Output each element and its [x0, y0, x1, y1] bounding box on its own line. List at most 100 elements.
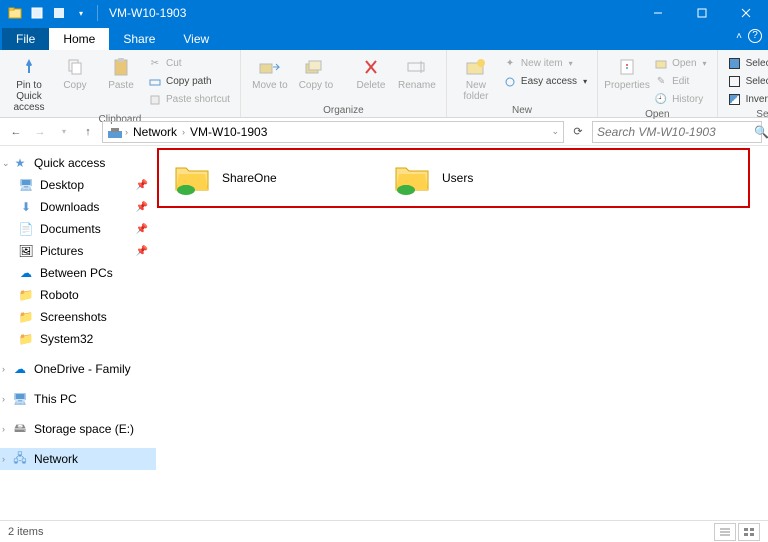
- search-box[interactable]: 🔍: [592, 121, 762, 143]
- back-button[interactable]: ←: [6, 122, 26, 142]
- crumb-host[interactable]: VM-W10-1903: [187, 125, 270, 139]
- qat-dropdown-icon[interactable]: ▾: [72, 4, 90, 22]
- pin-icon: 📌: [136, 180, 148, 191]
- tab-file[interactable]: File: [2, 28, 49, 50]
- ribbon-tabs: File Home Share View ˄ ?: [0, 26, 768, 50]
- nav-this-pc[interactable]: ›🖥This PC: [0, 388, 156, 410]
- pin-icon: [15, 55, 43, 79]
- chevron-right-icon[interactable]: ›: [2, 424, 5, 434]
- qat-properties-icon[interactable]: [28, 4, 46, 22]
- pin-quick-access-button[interactable]: Pin to Quick access: [8, 52, 50, 113]
- group-select: Select all Select none Invert selection …: [718, 50, 768, 117]
- maximize-button[interactable]: [680, 0, 724, 26]
- refresh-button[interactable]: ⟳: [568, 122, 588, 142]
- copy-button[interactable]: Copy: [54, 52, 96, 91]
- cut-icon: ✂: [148, 57, 162, 71]
- nav-onedrive[interactable]: ›☁OneDrive - Family: [0, 358, 156, 380]
- chevron-right-icon[interactable]: ›: [2, 394, 5, 404]
- cut-button[interactable]: ✂Cut: [146, 55, 232, 72]
- explorer-icon: [6, 4, 24, 22]
- address-box[interactable]: › Network › VM-W10-1903 ⌄: [102, 121, 564, 143]
- rename-icon: [403, 55, 431, 79]
- address-bar: ← → ▾ ↑ › Network › VM-W10-1903 ⌄ ⟳ 🔍: [0, 118, 768, 146]
- history-icon: 🕘: [654, 93, 668, 107]
- chevron-right-icon[interactable]: ›: [2, 454, 5, 464]
- paste-shortcut-icon: [148, 93, 162, 107]
- tab-view[interactable]: View: [169, 28, 223, 50]
- qat-newfolder-icon[interactable]: [50, 4, 68, 22]
- location-icon: [107, 125, 123, 139]
- new-folder-icon: [462, 55, 490, 79]
- open-button[interactable]: Open▾: [652, 55, 708, 72]
- shared-folder-icon: [172, 160, 212, 196]
- nav-documents[interactable]: 📄Documents📌: [0, 218, 156, 240]
- rename-button[interactable]: Rename: [396, 52, 438, 91]
- edit-button[interactable]: ✎Edit: [652, 73, 708, 90]
- downloads-icon: ⬇: [18, 199, 34, 215]
- pin-icon: 📌: [136, 202, 148, 213]
- nav-between-pcs[interactable]: ☁Between PCs: [0, 262, 156, 284]
- new-item-button[interactable]: ✦New item▾: [501, 55, 589, 72]
- qat-divider: [97, 5, 98, 21]
- paste-button[interactable]: Paste: [100, 52, 142, 91]
- recent-dropdown[interactable]: ▾: [54, 122, 74, 142]
- nav-desktop[interactable]: 🖥Desktop📌: [0, 174, 156, 196]
- nav-screenshots[interactable]: 📁Screenshots: [0, 306, 156, 328]
- paste-shortcut-button[interactable]: Paste shortcut: [146, 91, 232, 108]
- nav-quick-access[interactable]: ⌄★Quick access: [0, 152, 156, 174]
- up-button[interactable]: ↑: [78, 122, 98, 142]
- open-icon: [654, 57, 668, 71]
- copy-path-button[interactable]: Copy path: [146, 73, 232, 90]
- crumb-network[interactable]: Network: [130, 125, 180, 139]
- content-pane[interactable]: ShareOne Users: [156, 146, 768, 520]
- ribbon: Pin to Quick access Copy Paste ✂Cut Copy…: [0, 50, 768, 118]
- nav-storage[interactable]: ›🖴Storage space (E:): [0, 418, 156, 440]
- pin-icon: 📌: [136, 224, 148, 235]
- new-item-icon: ✦: [503, 57, 517, 71]
- chevron-right-icon[interactable]: ›: [182, 127, 185, 137]
- nav-pictures[interactable]: 🖼Pictures📌: [0, 240, 156, 262]
- nav-system32[interactable]: 📁System32: [0, 328, 156, 350]
- titlebar: ▾ VM-W10-1903: [0, 0, 768, 26]
- icons-view-button[interactable]: [738, 523, 760, 541]
- easy-access-button[interactable]: Easy access▾: [501, 73, 589, 90]
- address-dropdown-icon[interactable]: ⌄: [551, 126, 559, 137]
- move-to-icon: [256, 55, 284, 79]
- close-button[interactable]: [724, 0, 768, 26]
- minimize-button[interactable]: [636, 0, 680, 26]
- delete-button[interactable]: Delete: [350, 52, 392, 91]
- group-label-open: Open: [606, 108, 708, 120]
- ribbon-collapse-icon[interactable]: ˄: [736, 31, 742, 42]
- delete-icon: [357, 55, 385, 79]
- details-view-button[interactable]: [714, 523, 736, 541]
- nav-network[interactable]: ›🖧Network: [0, 448, 156, 470]
- search-input[interactable]: [597, 125, 754, 139]
- chevron-down-icon[interactable]: ⌄: [2, 158, 10, 169]
- shared-folder-icon: [392, 160, 432, 196]
- invert-selection-button[interactable]: Invert selection: [726, 91, 768, 108]
- new-folder-button[interactable]: New folder: [455, 52, 497, 102]
- tab-home[interactable]: Home: [49, 28, 109, 50]
- select-none-button[interactable]: Select none: [726, 73, 768, 90]
- chevron-right-icon[interactable]: ›: [125, 127, 128, 137]
- group-label-select: Select: [726, 108, 768, 120]
- move-to-button[interactable]: Move to: [249, 52, 291, 91]
- nav-roboto[interactable]: 📁Roboto: [0, 284, 156, 306]
- select-all-icon: [728, 57, 742, 71]
- select-all-button[interactable]: Select all: [726, 55, 768, 72]
- properties-button[interactable]: Properties: [606, 52, 648, 91]
- forward-button[interactable]: →: [30, 122, 50, 142]
- chevron-right-icon[interactable]: ›: [2, 364, 5, 374]
- copy-to-icon: [302, 55, 330, 79]
- invert-icon: [728, 93, 742, 107]
- group-clipboard: Pin to Quick access Copy Paste ✂Cut Copy…: [0, 50, 241, 117]
- tab-share[interactable]: Share: [109, 28, 169, 50]
- onedrive-icon: ☁: [12, 361, 28, 377]
- nav-downloads[interactable]: ⬇Downloads📌: [0, 196, 156, 218]
- search-icon[interactable]: 🔍: [754, 125, 768, 139]
- history-button[interactable]: 🕘History: [652, 91, 708, 108]
- nav-pane: ⌄★Quick access 🖥Desktop📌 ⬇Downloads📌 📄Do…: [0, 146, 156, 520]
- copy-path-icon: [148, 75, 162, 89]
- copy-to-button[interactable]: Copy to: [295, 52, 337, 91]
- help-icon[interactable]: ?: [748, 29, 762, 43]
